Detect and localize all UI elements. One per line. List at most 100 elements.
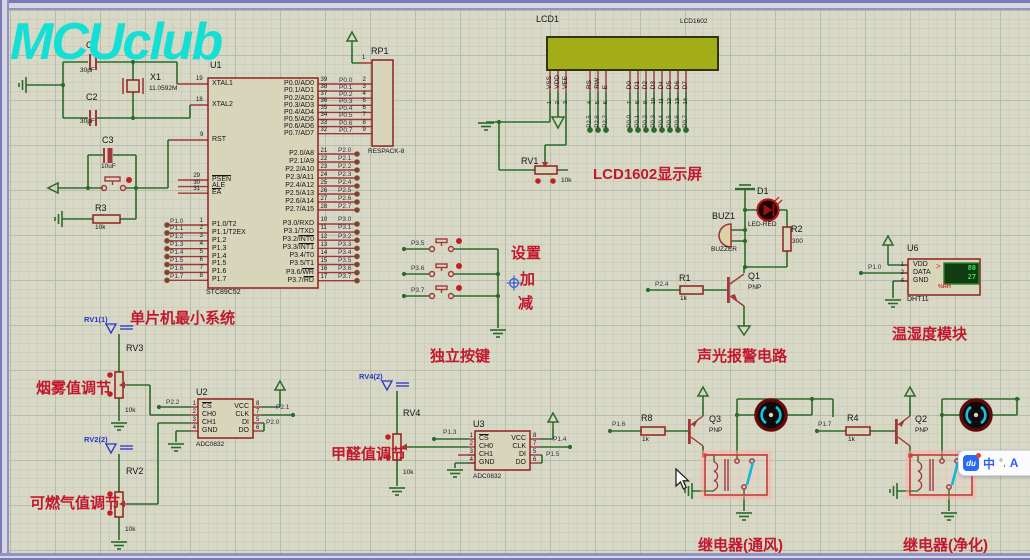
net-label: P1.2 [170,233,183,241]
dht-pin-label: VDD [913,261,931,269]
respack-body[interactable] [372,60,393,146]
pin-number: 7 [533,440,536,448]
power-icon [275,381,285,397]
voltage-probe-icon[interactable] [106,444,133,453]
net-label: P3.6 [411,265,424,272]
voltage-probe-icon[interactable] [106,324,133,333]
mcu-pin-label: P3.7/RD [244,277,314,285]
gas-adjust-label[interactable]: 可燃气值调节 [30,492,120,513]
pot-rv3[interactable] [115,372,127,398]
section-title-relay-fan[interactable]: 继电器(通风) [698,534,783,555]
net-label: P2.3 [338,171,351,179]
net-label: P2.7 [338,203,351,211]
q3-part: PNP [709,427,722,434]
resistor-r2[interactable] [783,227,791,251]
net-label: P1.7 [170,273,183,281]
pin-number: 11 [321,224,328,232]
pin-number: 9 [363,127,366,134]
key-set-button[interactable] [430,239,454,252]
lcd-pin-name: RW [594,78,602,89]
key-plus-label[interactable]: 加 [520,268,535,289]
section-title-alarm[interactable]: 声光报警电路 [697,345,787,366]
section-title-keys[interactable]: 独立按键 [430,345,490,366]
net-label: P1.0 [868,264,881,271]
reset-button[interactable] [102,177,126,191]
transistor-q2[interactable] [895,416,910,446]
resistor-r3[interactable] [93,215,120,223]
adc2-left-numbers: 1234 [464,432,473,464]
ground-icon [890,483,897,499]
ground-icon [885,300,901,307]
ground-icon [736,513,752,520]
net-label: P3.7 [338,273,351,281]
ch2o-adjust-label[interactable]: 甲醛值调节 [331,443,406,464]
ime-punctuation-button[interactable]: °, [999,458,1006,469]
mcu-pin-label: P0.2/AD2 [244,95,314,102]
resistor-r8[interactable] [641,427,665,435]
pin-number: 2 [363,77,366,84]
section-title-mcu[interactable]: 单片机最小系统 [130,307,235,328]
fan-motor-icon[interactable] [756,400,786,430]
pin-number: 34 [321,112,328,119]
pin-number: 8 [193,273,203,281]
probe-label: RV2(2) [84,435,108,444]
rv4-value: 10k [403,469,413,476]
resistor-r4[interactable] [846,427,870,435]
pin-number: 5 [533,448,536,456]
key-minus-button[interactable] [430,286,454,299]
buzzer-buz1[interactable] [719,224,731,247]
ground-icon [447,470,463,477]
net-label: P3.5 [338,257,351,265]
resistor-r1[interactable] [680,286,703,294]
transistor-q1[interactable] [727,274,744,306]
key-plus-button[interactable] [430,264,454,277]
net-label: P1.6 [170,265,183,273]
pin-number: 4 [363,91,366,98]
net-label: P2.2 [166,399,179,406]
adc-pin-label: DI [213,419,249,427]
pin-number: 8 [256,400,259,408]
adc1-left-numbers: 1234 [187,400,196,432]
section-title-lcd[interactable]: LCD1602显示屏 [593,163,702,184]
capacitor-c3[interactable] [104,148,113,163]
led-d1[interactable] [758,197,783,221]
section-title-dht[interactable]: 温湿度模块 [892,323,967,344]
pin-number: 16 [321,265,328,273]
r3-ref: R3 [95,203,107,213]
mcu-p0-nets: P0.0P0.1P0.2P0.3P0.4P0.5P0.6P0.7 [339,77,352,134]
net-label: P2.6 [338,195,351,203]
pin-number: 1 [896,261,904,269]
pin-number: 18 [196,97,203,103]
mcu-p3-labels: P3.0/RXDP3.1/TXDP3.2/INT0P3.3/INT1P3.4/T… [244,220,314,285]
adc-pin-label: DO [213,427,249,435]
proteus-schematic-canvas[interactable]: MCUclub C1 30pF C2 30pF X1 11.0592M C3 1… [0,0,1030,560]
key-minus-label[interactable]: 减 [518,292,533,313]
r2-ref: R2 [791,224,803,234]
mcu-pin-label: P0.5/AD5 [244,116,314,123]
ime-logo-icon[interactable]: du [963,455,979,471]
u6-part: DHT11 [907,296,929,303]
key-set-label[interactable]: 设置 [511,242,541,263]
mcu-pin-label: P3.1/TXD [244,228,314,236]
pin-number: 13 [321,241,328,249]
lcd-pin-name: VSS [546,76,554,89]
purifier-motor-icon[interactable] [961,400,991,430]
smoke-adjust-label[interactable]: 烟雾值调节 [36,377,111,398]
ground-icon [55,211,62,227]
mcu-pin-label: P2.0/A8 [244,150,314,158]
transistor-q3[interactable] [688,416,703,446]
voltage-probe-icon[interactable] [382,381,409,390]
ime-tool-button[interactable]: A [1010,456,1019,470]
ime-mode-button[interactable]: 中 [983,455,995,472]
net-label: P2.5 [338,187,351,195]
u3-part: ADC0832 [473,473,501,480]
relay-fan[interactable] [703,453,769,497]
section-title-relay-purify[interactable]: 继电器(净化) [903,534,988,555]
mcu-ctrl-numbers: 293031 [186,173,200,193]
crystal-x1[interactable] [123,78,143,94]
net-label: P2.4 [655,281,668,288]
ime-toolbar[interactable]: du 中 °, A [958,450,1030,476]
mcu-p2-nets: P2.0P2.1P2.2P2.3P2.4P2.5P2.6P2.7 [338,147,351,211]
pin-number: 23 [321,163,328,171]
net-label: P3.4 [338,249,351,257]
